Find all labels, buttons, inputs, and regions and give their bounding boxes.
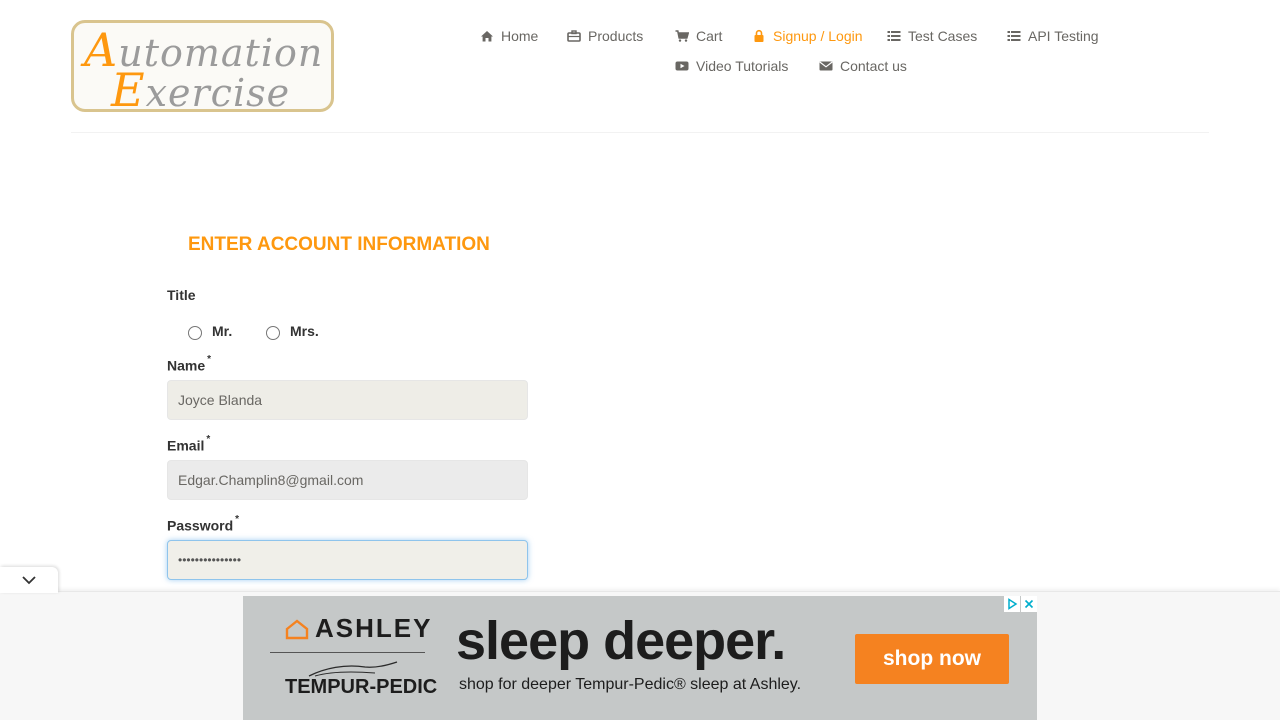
ad-headline: sleep deeper. bbox=[456, 611, 786, 671]
ad-controls bbox=[1004, 596, 1037, 612]
nav-test-cases[interactable]: Test Cases bbox=[887, 28, 977, 44]
nav-label: Video Tutorials bbox=[696, 58, 789, 74]
nav-api-testing[interactable]: API Testing bbox=[1007, 28, 1099, 44]
title-mr-radio[interactable] bbox=[188, 326, 202, 340]
close-icon bbox=[1024, 599, 1034, 609]
name-label: Name * bbox=[167, 354, 212, 374]
nav-label: Home bbox=[501, 28, 539, 44]
email-field-value: Edgar.Champlin8@gmail.com bbox=[178, 472, 364, 488]
nav-label: Signup / Login bbox=[773, 28, 863, 44]
title-mr-option[interactable]: Mr. bbox=[188, 322, 232, 340]
briefcase-icon bbox=[567, 30, 581, 42]
youtube-icon bbox=[675, 61, 689, 71]
nav-products[interactable]: Products bbox=[567, 28, 643, 44]
nav-home[interactable]: Home bbox=[480, 28, 538, 44]
required-mark: * bbox=[207, 354, 212, 365]
site-logo[interactable]: Automation Exercise bbox=[71, 20, 334, 117]
header-divider bbox=[71, 132, 1209, 133]
logo-line-2: Exercise bbox=[111, 63, 291, 117]
password-field-value: ••••••••••••••• bbox=[178, 553, 242, 567]
password-field[interactable]: ••••••••••••••• bbox=[167, 540, 528, 580]
ad-subtext: shop for deeper Tempur-Pedic® sleep at A… bbox=[459, 676, 802, 693]
nav-label: Products bbox=[588, 28, 644, 44]
nav-signup-login[interactable]: Signup / Login bbox=[752, 28, 863, 44]
envelope-icon bbox=[819, 61, 833, 71]
form-heading: ENTER ACCOUNT INFORMATION bbox=[188, 234, 490, 255]
password-label: Password * bbox=[167, 514, 240, 534]
nav-cart[interactable]: Cart bbox=[675, 28, 722, 44]
lock-icon bbox=[754, 29, 764, 42]
nav-label: Cart bbox=[696, 28, 723, 44]
list-icon bbox=[887, 31, 901, 41]
title-mrs-option[interactable]: Mrs. bbox=[266, 322, 319, 340]
nav-video-tutorials[interactable]: Video Tutorials bbox=[675, 58, 788, 74]
adchoices-icon bbox=[1008, 598, 1018, 610]
required-mark: * bbox=[235, 514, 240, 525]
name-field-value: Joyce Blanda bbox=[178, 392, 263, 408]
ad-banner[interactable]: ASHLEY TEMPUR-PEDIC sleep deeper. shop f… bbox=[243, 596, 1037, 720]
chevron-down-icon bbox=[22, 576, 36, 585]
house-icon bbox=[285, 618, 309, 639]
title-label: Title bbox=[167, 287, 196, 303]
cart-icon bbox=[675, 30, 689, 42]
list-icon bbox=[1007, 31, 1021, 41]
title-mrs-label: Mrs. bbox=[290, 323, 319, 339]
adchoices-button[interactable] bbox=[1004, 596, 1020, 612]
nav-label: Contact us bbox=[840, 58, 907, 74]
name-field[interactable]: Joyce Blanda bbox=[167, 380, 528, 420]
email-field[interactable]: Edgar.Champlin8@gmail.com bbox=[167, 460, 528, 500]
email-label: Email * bbox=[167, 434, 211, 454]
nav-contact-us[interactable]: Contact us bbox=[819, 58, 907, 74]
ad-collapse-button[interactable] bbox=[0, 567, 58, 593]
title-mrs-radio[interactable] bbox=[266, 326, 280, 340]
ad-brand-tempur: TEMPUR-PEDIC bbox=[285, 676, 438, 698]
nav-label: Test Cases bbox=[908, 28, 978, 44]
nav-label: API Testing bbox=[1028, 28, 1099, 44]
required-mark: * bbox=[206, 434, 211, 445]
ad-divider bbox=[270, 652, 425, 653]
home-icon bbox=[481, 31, 493, 42]
ad-shop-now-button[interactable]: shop now bbox=[855, 634, 1009, 684]
ad-brand-ashley: ASHLEY bbox=[285, 613, 432, 644]
ad-close-button[interactable] bbox=[1021, 596, 1037, 612]
title-mr-label: Mr. bbox=[212, 323, 233, 339]
